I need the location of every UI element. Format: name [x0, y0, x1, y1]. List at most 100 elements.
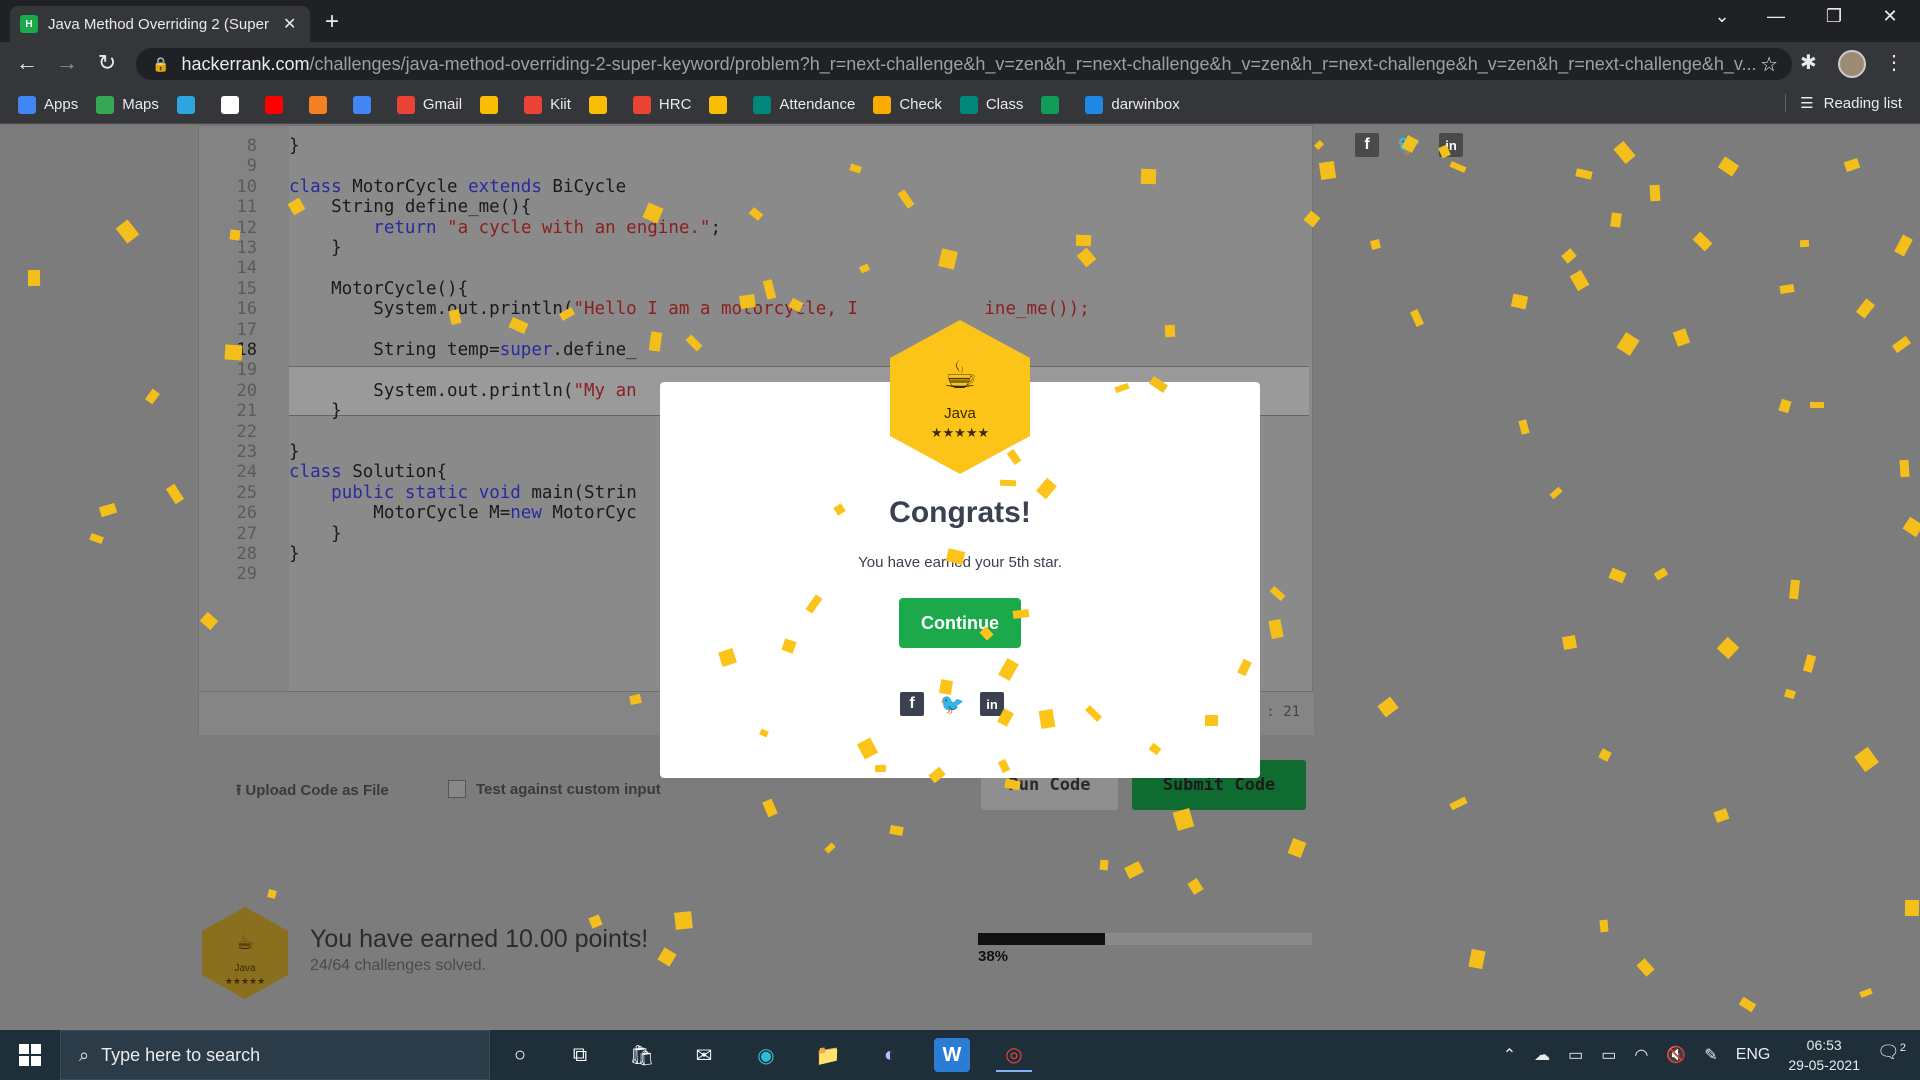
bookmark-item[interactable]	[352, 95, 379, 114]
bookmark-item[interactable]	[709, 95, 735, 114]
mail-icon[interactable]: ✉	[686, 1038, 722, 1072]
store-icon[interactable]: 🛍	[624, 1038, 660, 1072]
drive-icon	[588, 95, 607, 114]
confetti-piece	[1318, 161, 1337, 180]
code-line[interactable]: }	[289, 544, 300, 564]
bookmark-label: HRC	[658, 96, 692, 113]
line-number: 28	[236, 544, 257, 564]
code-line[interactable]: class MotorCycle extends BiCycle	[289, 177, 626, 197]
facebook-icon[interactable]: f	[900, 692, 924, 716]
line-number: 22	[236, 421, 257, 442]
bookmark-item[interactable]	[176, 95, 203, 114]
tab-search-icon[interactable]: ⌄	[1702, 6, 1742, 27]
eclipse-icon[interactable]: ◐	[872, 1038, 908, 1072]
bookmark-item[interactable]: HRC	[632, 95, 692, 114]
code-line[interactable]: }	[289, 442, 300, 462]
continue-button[interactable]: Continue	[899, 598, 1021, 648]
bookmark-item[interactable]	[308, 95, 335, 114]
code-line[interactable]: }	[289, 136, 300, 156]
forward-icon[interactable]: →	[52, 50, 82, 76]
linkedin-icon[interactable]: in	[980, 692, 1004, 716]
line-number: 24	[236, 462, 257, 483]
bookmark-star-icon[interactable]: ☆	[1760, 52, 1778, 77]
volume-muted-icon[interactable]: 🔇	[1666, 1045, 1686, 1065]
close-window-icon[interactable]: ✕	[1870, 6, 1910, 27]
taskbar-search[interactable]: ⌕ Type here to search	[60, 1030, 490, 1080]
address-bar[interactable]: 🔒 hackerrank.com/challenges/java-method-…	[136, 48, 1792, 80]
code-line[interactable]: String define_me(){	[289, 197, 531, 217]
start-button[interactable]	[0, 1030, 60, 1080]
line-gutter: 8 9 10 11 12 13 14 15 16 17 18 19 20 21 22 23 24 25 26 27 28…	[199, 126, 289, 691]
line-number: 13	[236, 238, 257, 258]
bookmark-item[interactable]	[264, 95, 291, 114]
onedrive-icon[interactable]: ☁	[1534, 1045, 1550, 1065]
custom-input-checkbox[interactable]: Test against custom input	[448, 780, 661, 798]
battery-icon[interactable]: ▭	[1601, 1045, 1616, 1065]
pen-icon[interactable]: ✎	[1704, 1045, 1717, 1065]
wifi-icon[interactable]: ◠	[1634, 1045, 1648, 1065]
browser-tab[interactable]: H Java Method Overriding 2 (Super ✕	[10, 6, 310, 42]
cortana-icon[interactable]: ○	[502, 1038, 538, 1072]
confetti-piece	[1904, 899, 1920, 917]
bookmark-label: darwinbox	[1111, 96, 1180, 113]
code-line[interactable]: System.out.println("My an	[289, 381, 636, 401]
code-line[interactable]: }	[289, 401, 342, 421]
show-hidden-icons-icon[interactable]: ⌃	[1503, 1045, 1516, 1065]
code-line[interactable]: String temp=super.define_	[289, 340, 636, 360]
bookmark-item[interactable]: Attendance	[753, 95, 855, 114]
code-line[interactable]: }	[289, 524, 342, 544]
language-indicator[interactable]: ENG	[1736, 1046, 1771, 1064]
task-view-icon[interactable]: ⧉	[562, 1038, 598, 1072]
line-number: 19	[236, 360, 257, 381]
bookmark-item[interactable]	[588, 95, 615, 114]
bookmark-label: Maps	[122, 96, 159, 113]
twitter-icon[interactable]: 🐦	[940, 692, 965, 716]
back-icon[interactable]: ←	[12, 50, 42, 76]
code-line[interactable]: System.out.println("Hello I am a motorcy…	[289, 299, 1089, 319]
modal-share-links: f 🐦 in	[900, 692, 1004, 716]
search-icon: ⌕	[79, 1044, 90, 1065]
bookmark-item[interactable]	[480, 95, 506, 114]
chrome-icon[interactable]: ◎	[996, 1038, 1032, 1072]
meet-now-icon[interactable]: ▭	[1568, 1045, 1583, 1065]
code-line[interactable]: MotorCycle(){	[289, 279, 468, 299]
profile-avatar[interactable]	[1838, 50, 1866, 78]
file-explorer-icon[interactable]: 📁	[810, 1038, 846, 1072]
confetti-piece	[1649, 184, 1661, 202]
search-placeholder: Type here to search	[101, 1044, 261, 1065]
code-line[interactable]: public static void main(Strin	[289, 483, 637, 503]
edge-icon[interactable]: ◉	[748, 1038, 784, 1072]
clock[interactable]: 06:53 29-05-2021	[1788, 1035, 1860, 1075]
code-line[interactable]: class Solution{	[289, 462, 447, 482]
line-number: 17	[236, 319, 257, 340]
bookmark-item[interactable]: Class	[959, 95, 1023, 114]
bookmark-item[interactable]: Maps	[96, 95, 159, 114]
minimize-icon[interactable]: —	[1756, 6, 1796, 27]
menu-icon[interactable]: ⋮	[1884, 50, 1904, 75]
wps-writer-icon[interactable]: W	[934, 1038, 970, 1072]
bookmark-item[interactable]: Apps	[18, 95, 78, 114]
reading-list-button[interactable]: ☰ Reading list	[1785, 94, 1902, 112]
progress-bar	[978, 933, 1312, 945]
bookmark-item[interactable]: darwinbox	[1085, 95, 1180, 114]
extensions-icon[interactable]: ✱	[1800, 50, 1817, 75]
upload-code-button[interactable]: ⭱ Upload Code as File	[236, 780, 389, 805]
bookmark-item[interactable]: Check	[873, 95, 942, 114]
line-number: 9	[246, 156, 257, 177]
bookmark-item[interactable]	[1041, 95, 1067, 114]
bookmark-item[interactable]: Kiit	[524, 95, 571, 114]
close-tab-icon[interactable]: ✕	[283, 14, 296, 34]
reload-icon[interactable]: ↻	[92, 50, 122, 76]
maps-icon	[96, 95, 115, 114]
notifications-icon[interactable]: 🗨2	[1877, 1042, 1906, 1063]
svg-text:Java: Java	[234, 963, 256, 974]
bookmark-item[interactable]	[220, 95, 247, 114]
code-line[interactable]: MotorCycle M=new MotorCyc	[289, 503, 636, 523]
gmail-icon	[396, 95, 415, 114]
facebook-icon[interactable]: f	[1355, 133, 1379, 157]
bookmark-item[interactable]: Gmail	[396, 95, 462, 114]
new-tab-icon[interactable]: +	[325, 8, 339, 36]
checkbox[interactable]	[448, 780, 466, 798]
code-line[interactable]: }	[289, 238, 342, 258]
restore-icon[interactable]: ❐	[1814, 6, 1854, 27]
